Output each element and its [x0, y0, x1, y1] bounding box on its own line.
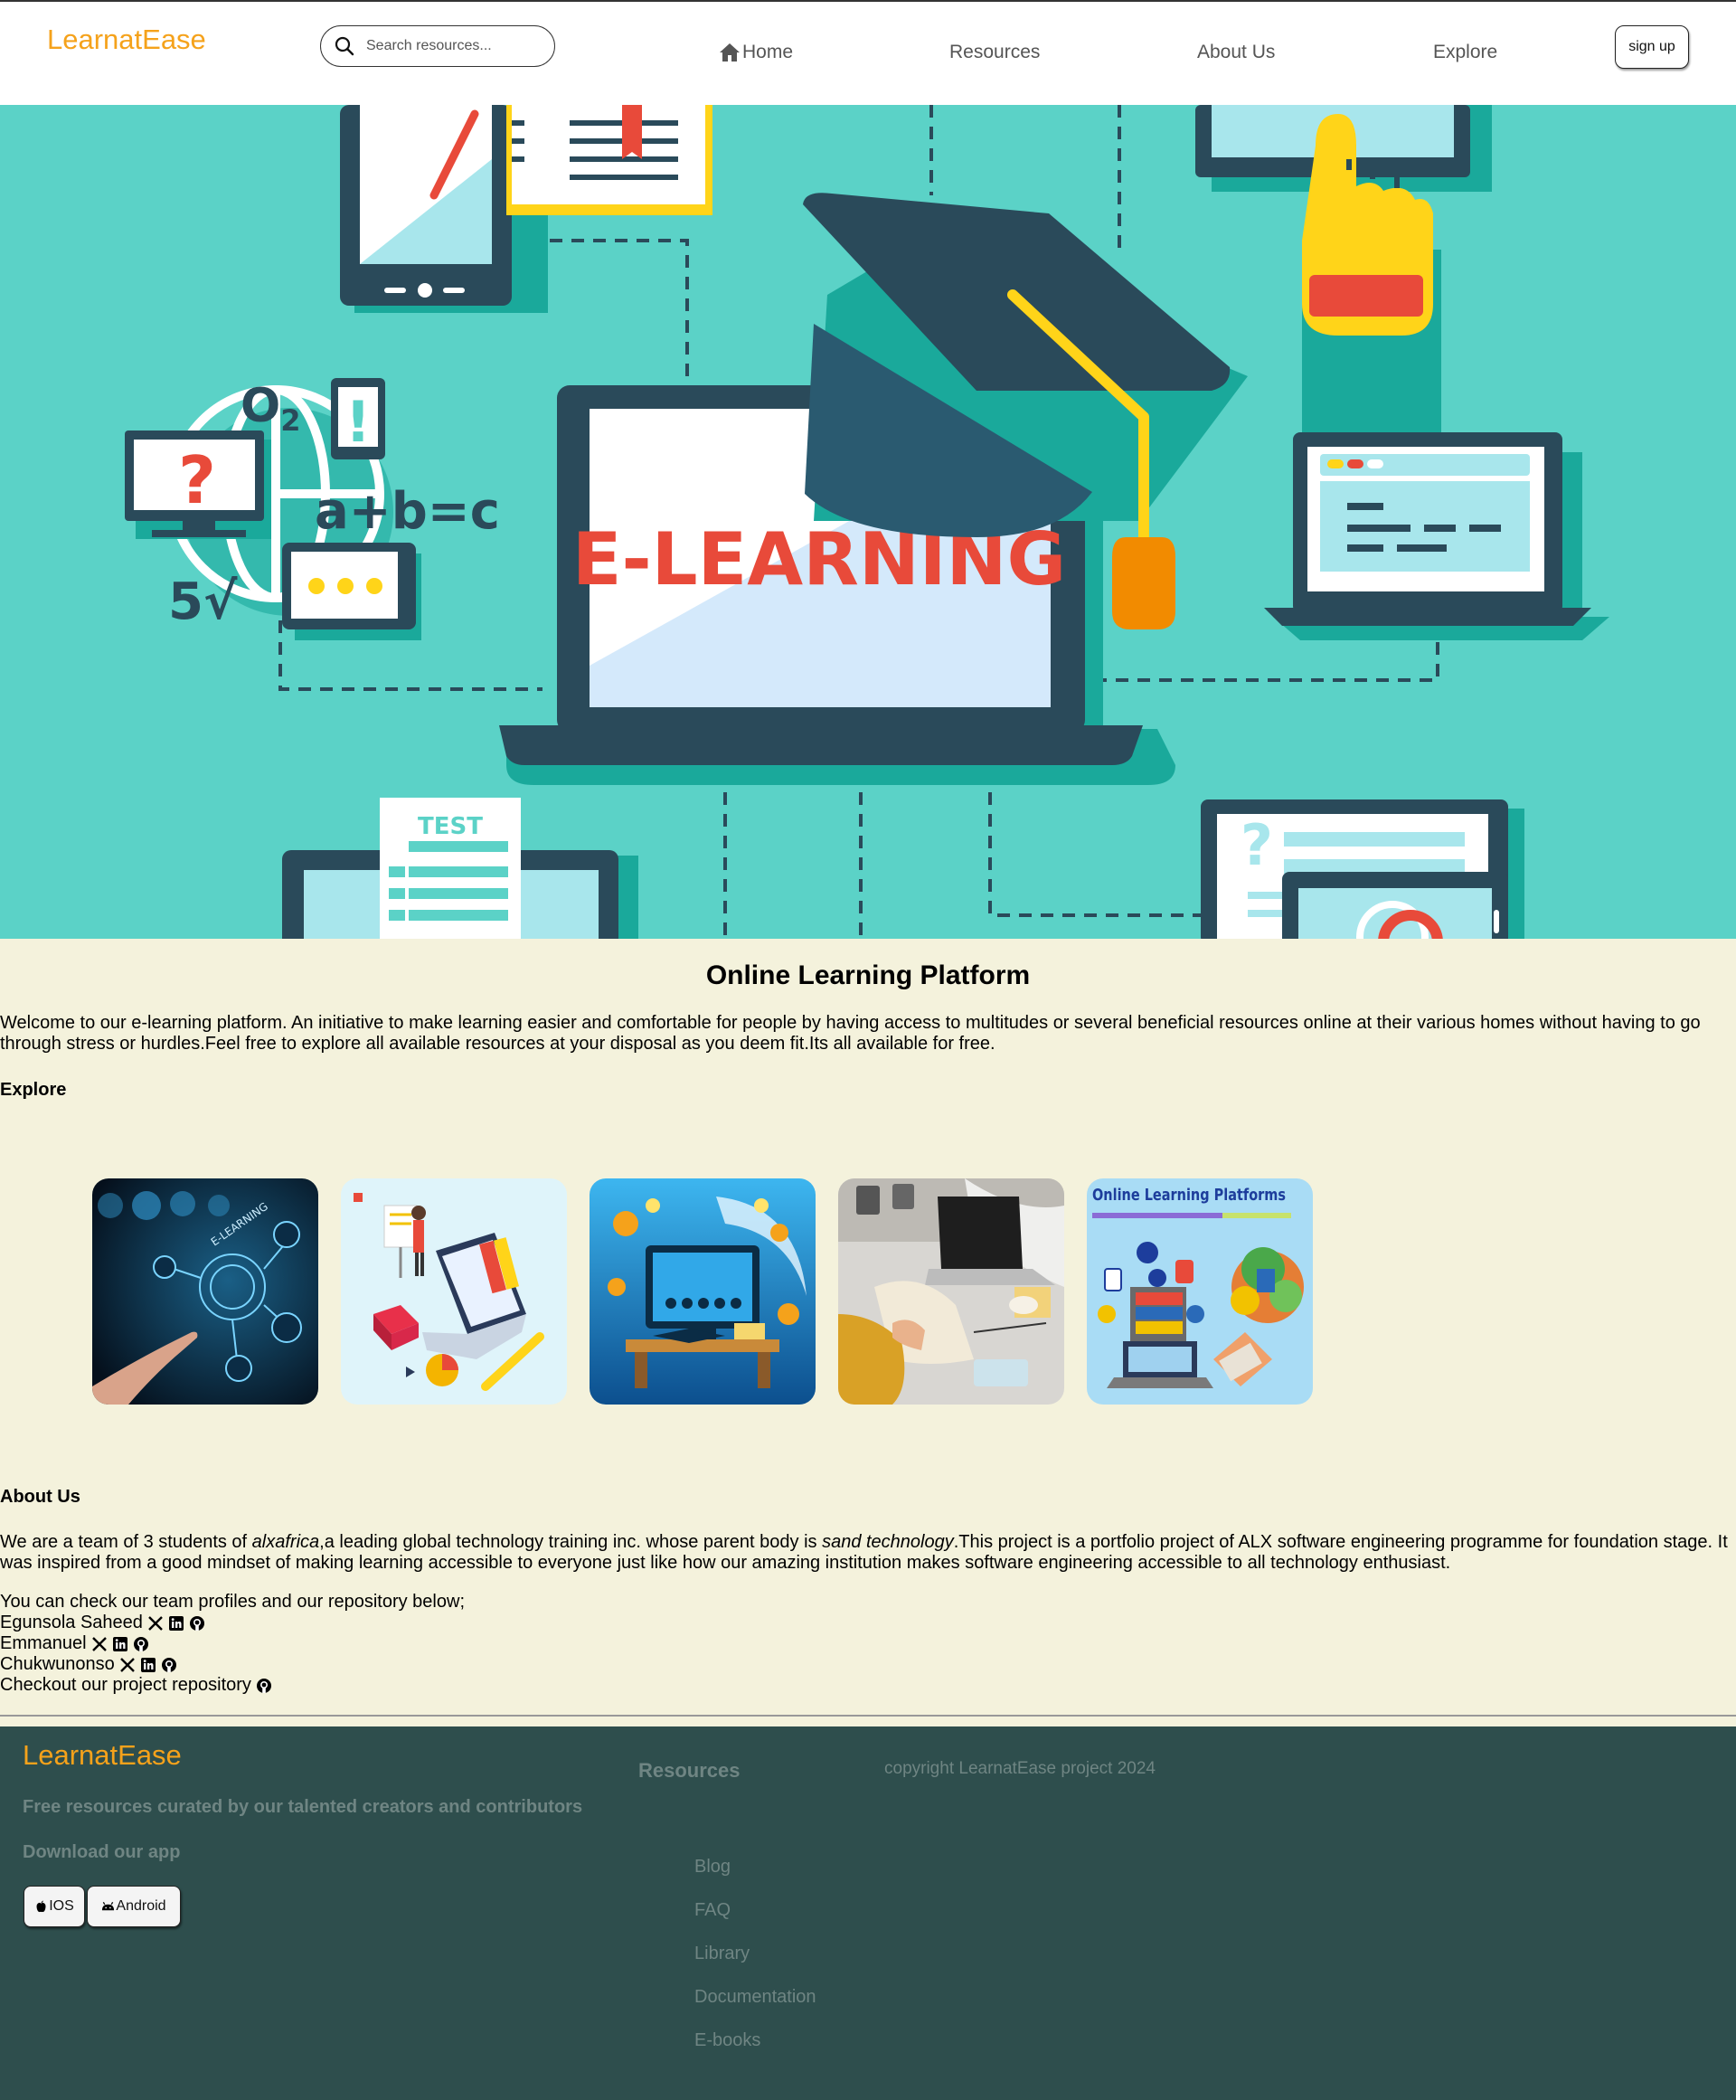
- explore-gallery: E-LEARNING Online Learning Platforms: [92, 1178, 1313, 1405]
- sand-technology-text: sand technology: [822, 1532, 954, 1552]
- page-title: Online Learning Platform: [705, 960, 1031, 990]
- explore-card-study[interactable]: [341, 1178, 567, 1405]
- root-label: 5√: [168, 572, 238, 631]
- footer-link-blog[interactable]: Blog: [694, 1857, 816, 1900]
- hero-illustration: ? ! O2 a+b=c 5√ E-LEARNING TEST ?: [125, 105, 1609, 939]
- github-icon[interactable]: [133, 1636, 149, 1652]
- footer-resources-heading: Resources: [638, 1759, 741, 1782]
- nav-explore[interactable]: Explore: [1433, 42, 1497, 63]
- ios-label: IOS: [49, 1898, 74, 1914]
- question-mark-2: ?: [1241, 812, 1273, 878]
- elearning-network-image: E-LEARNING: [92, 1178, 318, 1405]
- linkedin-icon[interactable]: [168, 1615, 184, 1632]
- repo-row: Checkout our project repository: [0, 1675, 465, 1696]
- footer-link-library[interactable]: Library: [694, 1944, 816, 1987]
- linkedin-icon[interactable]: [112, 1636, 128, 1652]
- online-platforms-image: Online Learning Platforms: [1087, 1178, 1313, 1405]
- section-divider: [0, 1715, 1736, 1717]
- footer-link-documentation[interactable]: Documentation: [694, 1987, 816, 2030]
- android-button[interactable]: Android: [87, 1886, 181, 1927]
- question-mark: ?: [178, 442, 216, 518]
- footer-copyright: copyright LearnatEase project 2024: [884, 1759, 1156, 1778]
- search-box[interactable]: [320, 25, 555, 67]
- hero-banner: ? ! O2 a+b=c 5√ E-LEARNING TEST ?: [0, 105, 1736, 939]
- about-heading: About Us: [0, 1487, 80, 1507]
- x-icon[interactable]: [91, 1636, 108, 1652]
- explore-heading: Explore: [0, 1080, 67, 1100]
- team-section: You can check our team profiles and our …: [0, 1592, 465, 1696]
- nav-about[interactable]: About Us: [1197, 42, 1275, 63]
- android-label: Android: [116, 1898, 166, 1914]
- test-label: TEST: [418, 813, 483, 840]
- x-icon[interactable]: [119, 1657, 136, 1673]
- intro-paragraph: Welcome to our e-learning platform. An i…: [0, 1013, 1701, 1054]
- explore-card-elearning[interactable]: E-LEARNING: [92, 1178, 318, 1405]
- site-logo[interactable]: LearnatEase: [47, 24, 206, 56]
- about-paragraph: We are a team of 3 students of alxafrica…: [0, 1532, 1728, 1573]
- team-member-1: Egunsola Saheed: [0, 1613, 465, 1633]
- explore-card-platforms[interactable]: Online Learning Platforms: [1087, 1178, 1313, 1405]
- github-icon[interactable]: [189, 1615, 205, 1632]
- github-icon[interactable]: [161, 1657, 177, 1673]
- footer-link-faq[interactable]: FAQ: [694, 1900, 816, 1944]
- alxafrica-text: alxafrica: [251, 1532, 320, 1552]
- member-name: Emmanuel: [0, 1633, 87, 1653]
- exclaim-mark: !: [345, 389, 371, 455]
- student-laptop-photo: [838, 1178, 1064, 1405]
- search-input[interactable]: [366, 38, 538, 54]
- github-icon[interactable]: [256, 1678, 272, 1694]
- member-name: Chukwunonso: [0, 1654, 115, 1674]
- footer-logo[interactable]: LearnatEase: [23, 1739, 182, 1772]
- team-member-3: Chukwunonso: [0, 1654, 465, 1675]
- member-name: Egunsola Saheed: [0, 1613, 143, 1632]
- ios-button[interactable]: IOS: [24, 1886, 85, 1927]
- study-laptop-image: [341, 1178, 567, 1405]
- nav-home[interactable]: Home: [719, 42, 793, 63]
- team-intro: You can check our team profiles and our …: [0, 1592, 465, 1612]
- signup-button[interactable]: sign up: [1615, 25, 1689, 69]
- footer-links: Blog FAQ Library Documentation E-books: [694, 1857, 816, 2074]
- explore-card-student[interactable]: [838, 1178, 1064, 1405]
- search-icon: [335, 36, 354, 56]
- nav-resources[interactable]: Resources: [949, 42, 1040, 63]
- card-platforms-title: Online Learning Platforms: [1092, 1186, 1286, 1205]
- x-icon[interactable]: [147, 1615, 164, 1632]
- equation-label: a+b=c: [315, 482, 500, 541]
- digital-classroom-image: [590, 1178, 816, 1405]
- apple-icon: [36, 1899, 46, 1912]
- explore-card-classroom[interactable]: [590, 1178, 816, 1405]
- footer-tagline: Free resources curated by our talented c…: [23, 1797, 583, 1817]
- android-icon: [102, 1901, 115, 1910]
- repo-text: Checkout our project repository: [0, 1675, 251, 1695]
- nav-home-label: Home: [742, 42, 794, 62]
- download-app-label: Download our app: [23, 1842, 181, 1862]
- team-member-2: Emmanuel: [0, 1633, 465, 1654]
- site-footer: LearnatEase Free resources curated by ou…: [0, 1726, 1736, 2100]
- linkedin-icon[interactable]: [140, 1657, 156, 1673]
- footer-link-ebooks[interactable]: E-books: [694, 2030, 816, 2074]
- site-header: LearnatEase Home Resources About Us Expl…: [0, 0, 1736, 105]
- home-icon: [720, 43, 740, 61]
